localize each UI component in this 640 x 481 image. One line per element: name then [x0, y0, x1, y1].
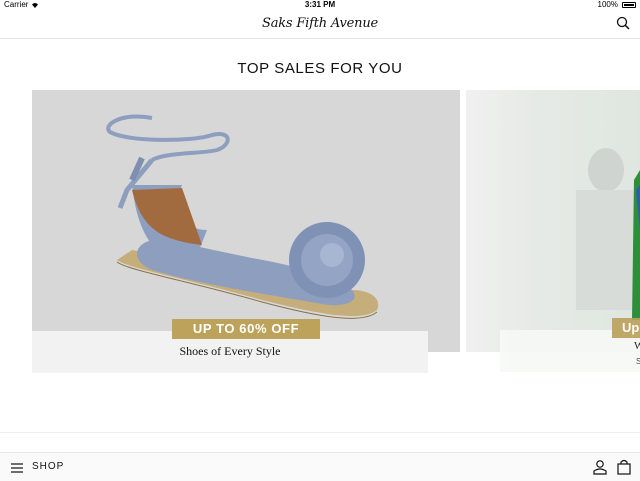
shopping-bag-icon[interactable]	[616, 459, 632, 475]
hamburger-menu-icon[interactable]	[10, 461, 24, 473]
promo-card-shoes[interactable]	[32, 90, 460, 352]
discount-badge: UP TO 60% OFF	[172, 319, 320, 339]
promo-card-fashion[interactable]	[466, 90, 640, 352]
promo-subtitle: Shoes of Every Style	[179, 344, 281, 358]
account-icon[interactable]	[592, 459, 608, 475]
divider	[0, 432, 640, 433]
shop-button[interactable]: SHOP	[32, 461, 64, 472]
battery-percentage: 100%	[597, 0, 618, 9]
discount-badge-2: Up	[612, 318, 640, 338]
pompom	[289, 222, 365, 298]
promo-carousel[interactable]: UP TO 60% OFF Shoes of Every Style Up W …	[0, 90, 640, 380]
promo-overlay-fashion[interactable]: Up W S	[500, 318, 640, 372]
bottom-nav: SHOP	[0, 452, 640, 481]
status-bar: Carrier 3:31 PM 100%	[0, 0, 640, 10]
promo-overlay-shoes[interactable]: UP TO 60% OFF Shoes of Every Style	[32, 319, 428, 373]
promo-subtitle-2: W	[634, 340, 640, 352]
fashion-model-image	[576, 148, 640, 320]
promo-subtitle-2b: S	[636, 357, 640, 366]
section-title: TOP SALES FOR YOU	[237, 60, 403, 77]
espadrille-sandal-image	[106, 114, 379, 319]
app-header: Saks Fifth Avenue	[0, 10, 640, 39]
search-icon[interactable]	[616, 16, 630, 30]
battery-icon	[622, 2, 636, 8]
saks-logo[interactable]: Saks Fifth Avenue	[0, 16, 640, 31]
clock: 3:31 PM	[304, 0, 336, 9]
